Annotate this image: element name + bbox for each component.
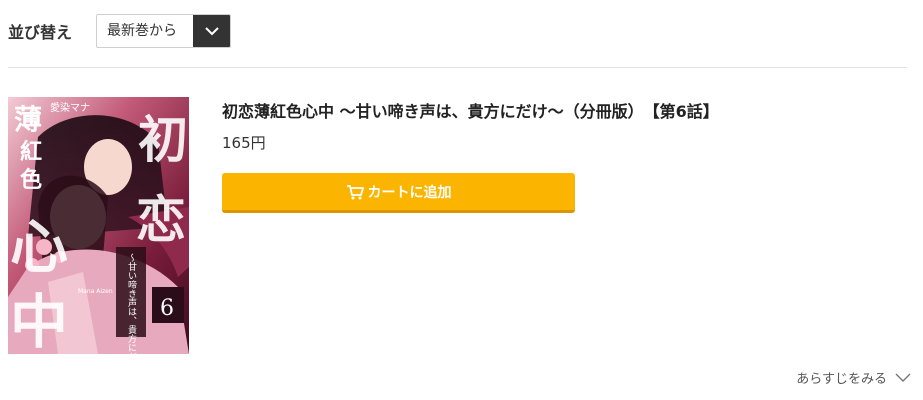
book-price: 165円 bbox=[222, 134, 266, 152]
sort-bar: 並び替え 最新巻から bbox=[8, 14, 231, 48]
cover-title-char: 紅 bbox=[20, 139, 42, 165]
cover-author: 愛染マナ bbox=[50, 101, 90, 114]
cover-volume-number: 6 bbox=[160, 296, 174, 321]
cover-title-char: 初 bbox=[138, 110, 188, 169]
book-title[interactable]: 初恋薄紅色心中 ～甘い啼き声は、貴方にだけ～（分冊版） 【第6話】 bbox=[222, 98, 719, 122]
chevron-down-icon bbox=[895, 373, 911, 382]
cart-icon bbox=[346, 184, 364, 200]
sort-label: 並び替え bbox=[8, 23, 73, 42]
chevron-down-icon bbox=[204, 26, 219, 35]
add-to-cart-button[interactable]: カートに追加 bbox=[222, 173, 575, 213]
book-cover[interactable]: 薄 紅 色 初 恋 心 中 愛染マナ Mana Aizen 6 ～甘い啼き声は、… bbox=[8, 97, 189, 354]
cover-author-romaji: Mana Aizen bbox=[78, 288, 113, 295]
sort-selected-value[interactable]: 最新巻から bbox=[97, 15, 193, 47]
cover-title-char: 恋 bbox=[136, 190, 186, 249]
cover-title-char: 心 bbox=[10, 213, 68, 281]
cover-title-char: 色 bbox=[20, 167, 42, 193]
synopsis-toggle[interactable]: あらすじをみる bbox=[796, 368, 911, 387]
add-to-cart-label: カートに追加 bbox=[367, 184, 452, 201]
cover-title-char: 薄 bbox=[14, 103, 42, 136]
sort-dropdown-toggle[interactable] bbox=[193, 15, 230, 47]
cover-title-char: 中 bbox=[10, 288, 68, 354]
cover-subtitle: ～甘い啼き声は、貴方にだけ～ bbox=[126, 253, 137, 354]
sort-select[interactable]: 最新巻から bbox=[96, 14, 231, 48]
synopsis-label: あらすじをみる bbox=[796, 372, 887, 387]
divider bbox=[8, 67, 907, 68]
